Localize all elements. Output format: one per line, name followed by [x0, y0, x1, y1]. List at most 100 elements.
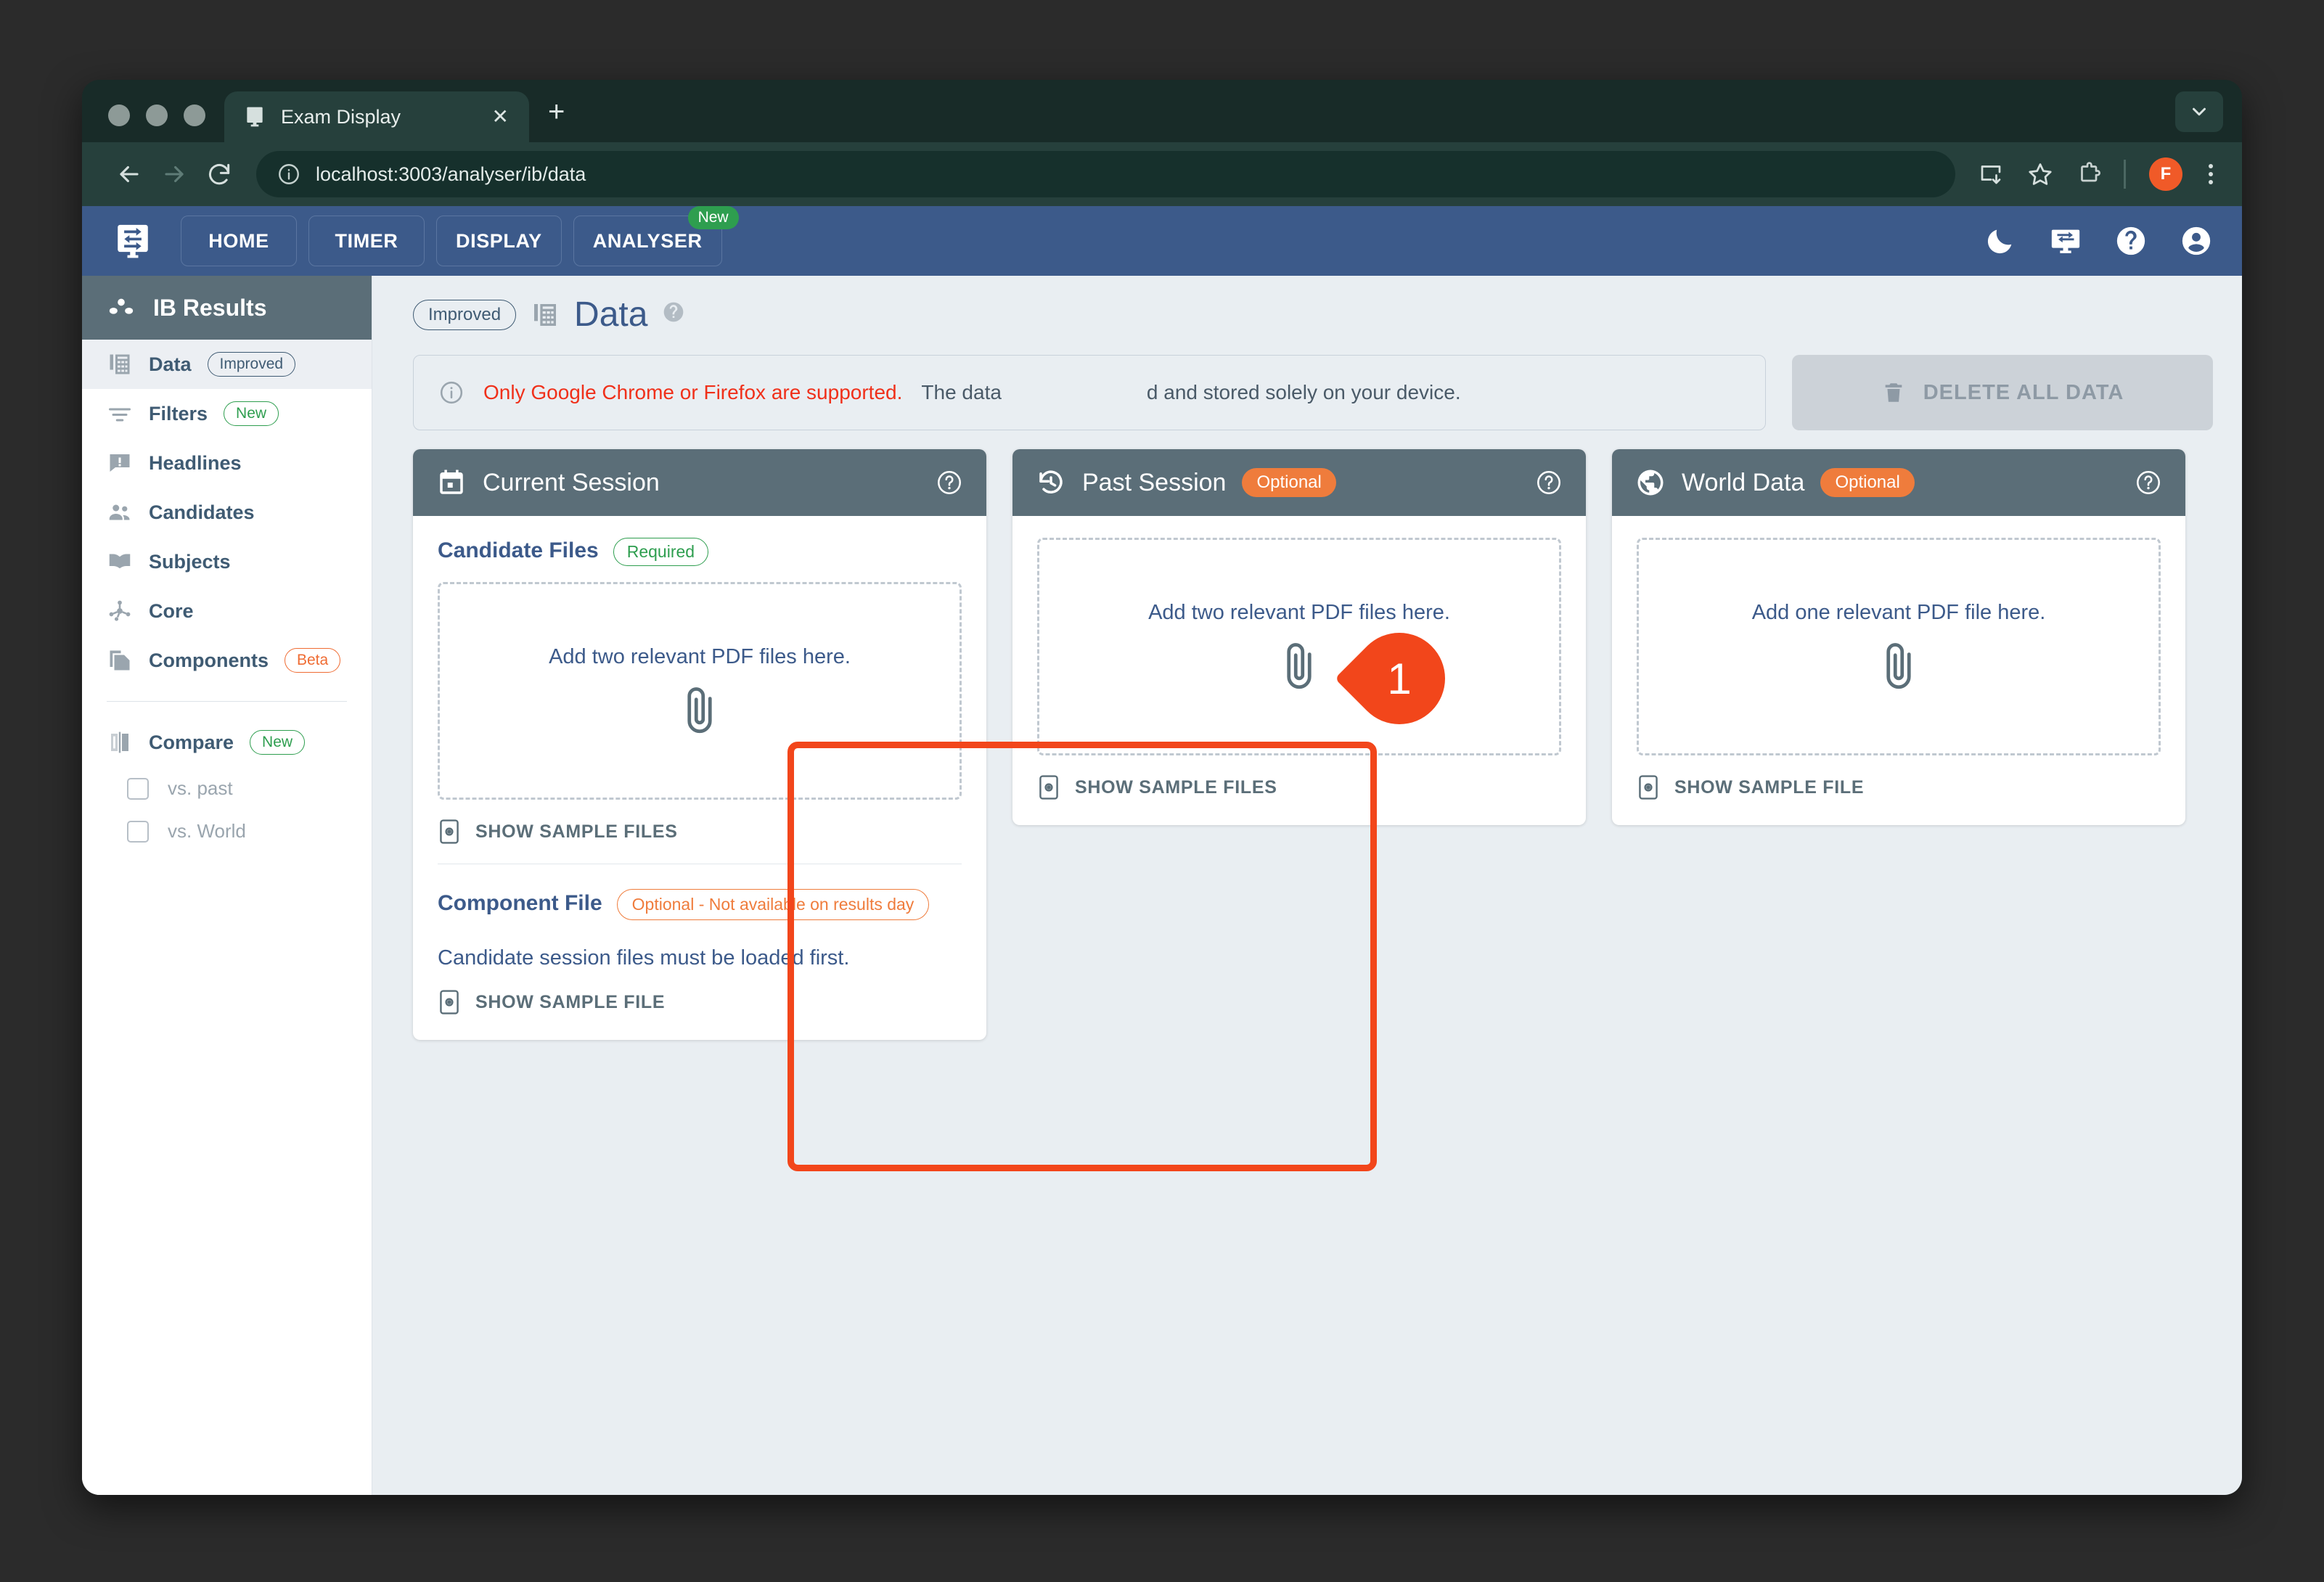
browser-support-banner: Only Google Chrome or Firefox are suppor…	[413, 355, 1766, 430]
app-body: IB Results Data Improved Filters New Hea…	[82, 276, 2242, 1495]
card-body: Add one relevant PDF file here. SHOW SAM…	[1612, 516, 2185, 825]
sidebar-item-compare[interactable]: Compare New	[82, 718, 372, 767]
help-circle-icon[interactable]	[662, 300, 685, 324]
paperclip-icon	[1886, 642, 1911, 689]
plus-icon[interactable]: +	[548, 97, 565, 126]
show-sample-label: SHOW SAMPLE FILES	[1075, 776, 1277, 798]
help-circle-icon[interactable]	[936, 469, 963, 496]
account-icon[interactable]	[2180, 224, 2213, 258]
toolbar-divider	[2124, 160, 2126, 189]
app-header: HOME TIMER DISPLAY ANALYSER New	[82, 206, 2242, 276]
compare-option-vs-world[interactable]: vs. World	[82, 810, 372, 853]
card-body: Candidate Files Required Add two relevan…	[413, 516, 986, 1040]
sidebar-divider	[107, 701, 347, 702]
install-app-icon[interactable]	[1968, 152, 2013, 197]
show-sample-files-button[interactable]: SHOW SAMPLE FILES	[1037, 774, 1561, 800]
banner-row: Only Google Chrome or Firefox are suppor…	[413, 355, 2213, 430]
sidebar-item-label: Data	[149, 353, 192, 375]
exam-display-favicon	[247, 107, 263, 127]
sidebar-item-subjects[interactable]: Subjects	[82, 537, 372, 586]
people-icon	[109, 504, 130, 520]
close-window-button[interactable]	[108, 104, 130, 126]
exam-display-logo[interactable]	[112, 221, 153, 261]
compare-option-vs-past[interactable]: vs. past	[82, 767, 372, 810]
nav-tab-home[interactable]: HOME	[181, 216, 297, 266]
dropzone-past-session[interactable]: Add two relevant PDF files here.	[1037, 538, 1561, 755]
chevron-down-icon[interactable]	[2175, 91, 2223, 132]
help-circle-icon[interactable]	[2135, 469, 2162, 496]
dropzone-candidate-files[interactable]: Add two relevant PDF files here.	[438, 582, 962, 800]
address-bar-url: localhost:3003/analyser/ib/data	[316, 163, 586, 185]
delete-all-data-button[interactable]: DELETE ALL DATA	[1792, 355, 2213, 430]
card-past-session: Past Session Optional Add two relevant P…	[1012, 449, 1586, 825]
dropzone-world-data[interactable]: Add one relevant PDF file here.	[1637, 538, 2161, 755]
nav-tab-display[interactable]: DISPLAY	[436, 216, 562, 266]
sidebar-item-data[interactable]: Data Improved	[82, 340, 372, 389]
data-source-cards: Current Session Candidate Files Required…	[413, 449, 2213, 1040]
card-header: Past Session Optional	[1012, 449, 1586, 516]
show-sample-files-button[interactable]: SHOW SAMPLE FILES	[438, 819, 962, 845]
nav-tab-timer[interactable]: TIMER	[308, 216, 425, 266]
sidebar-item-headlines[interactable]: Headlines	[82, 438, 372, 488]
table-icon	[110, 354, 130, 374]
reload-icon[interactable]	[197, 152, 242, 197]
browser-toolbar: localhost:3003/analyser/ib/data F	[82, 142, 2242, 206]
components-icon	[110, 650, 130, 671]
calendar-icon	[440, 470, 463, 494]
arrow-left-icon[interactable]	[107, 152, 152, 197]
checkbox-vs-past[interactable]	[127, 777, 149, 800]
show-sample-label: SHOW SAMPLE FILE	[475, 991, 666, 1012]
minimize-window-button[interactable]	[146, 104, 168, 126]
dropzone-text: Add two relevant PDF files here.	[1148, 600, 1450, 624]
sidebar-item-core[interactable]: Core	[82, 586, 372, 636]
puzzle-piece-icon[interactable]	[2067, 152, 2112, 197]
dropzone-text: Add one relevant PDF file here.	[1751, 600, 2046, 624]
sidebar-item-badge: Improved	[207, 352, 296, 377]
maximize-window-button[interactable]	[184, 104, 205, 126]
history-icon	[1039, 470, 1063, 493]
toolbar-actions: F	[1968, 152, 2223, 197]
help-circle-icon[interactable]	[1535, 469, 1563, 496]
address-bar[interactable]: localhost:3003/analyser/ib/data	[256, 151, 1955, 197]
nav-tab-analyser[interactable]: ANALYSER New	[573, 206, 739, 266]
sidebar-item-label: Filters	[149, 402, 208, 425]
sidebar-item-label: Compare	[149, 731, 234, 753]
show-sample-file-button[interactable]: SHOW SAMPLE FILE	[1637, 774, 2161, 800]
paperclip-icon	[687, 687, 712, 733]
info-circle-icon	[440, 381, 463, 404]
sidebar-item-components[interactable]: Components Beta	[82, 636, 372, 685]
app-header-actions	[1984, 224, 2213, 258]
dark-mode-icon[interactable]	[1984, 224, 2017, 258]
book-icon	[109, 554, 131, 569]
trash-icon	[1885, 383, 1902, 402]
help-icon[interactable]	[2114, 224, 2148, 258]
paperclip-icon	[1287, 642, 1312, 689]
sidebar-item-label: Headlines	[149, 451, 242, 474]
field-badge: Required	[613, 538, 709, 566]
field-badge: Optional - Not available on results day	[616, 889, 930, 920]
sidebar-item-badge: New	[224, 401, 279, 426]
show-sample-file-button[interactable]: SHOW SAMPLE FILE	[438, 989, 962, 1015]
checkbox-vs-world[interactable]	[127, 820, 149, 843]
display-settings-icon[interactable]	[2049, 224, 2082, 258]
sidebar-item-badge: Beta	[285, 648, 341, 673]
banner-text-after: d and stored solely on your device.	[1146, 381, 1461, 403]
field-label: Candidate Files	[438, 538, 599, 562]
sidebar-item-candidates[interactable]: Candidates	[82, 488, 372, 537]
star-icon[interactable]	[2018, 152, 2063, 197]
filter-icon	[109, 408, 131, 422]
show-sample-label: SHOW SAMPLE FILE	[1674, 776, 1865, 798]
globe-icon	[1637, 470, 1664, 496]
kebab-menu-icon[interactable]	[2198, 158, 2223, 190]
info-circle-icon[interactable]	[277, 162, 301, 187]
sidebar-item-badge: New	[250, 730, 306, 755]
sidebar-item-filters[interactable]: Filters New	[82, 389, 372, 438]
card-badge: Optional	[1242, 468, 1336, 497]
window-traffic-lights	[82, 104, 224, 142]
close-icon[interactable]: ✕	[488, 102, 513, 131]
avatar[interactable]: F	[2149, 157, 2182, 191]
sidebar: IB Results Data Improved Filters New Hea…	[82, 276, 372, 1495]
browser-window: Exam Display ✕ + localhost:3003/analyser…	[82, 80, 2242, 1495]
card-world-data: World Data Optional Add one relevant PDF…	[1612, 449, 2185, 825]
browser-tab[interactable]: Exam Display ✕	[224, 91, 529, 142]
